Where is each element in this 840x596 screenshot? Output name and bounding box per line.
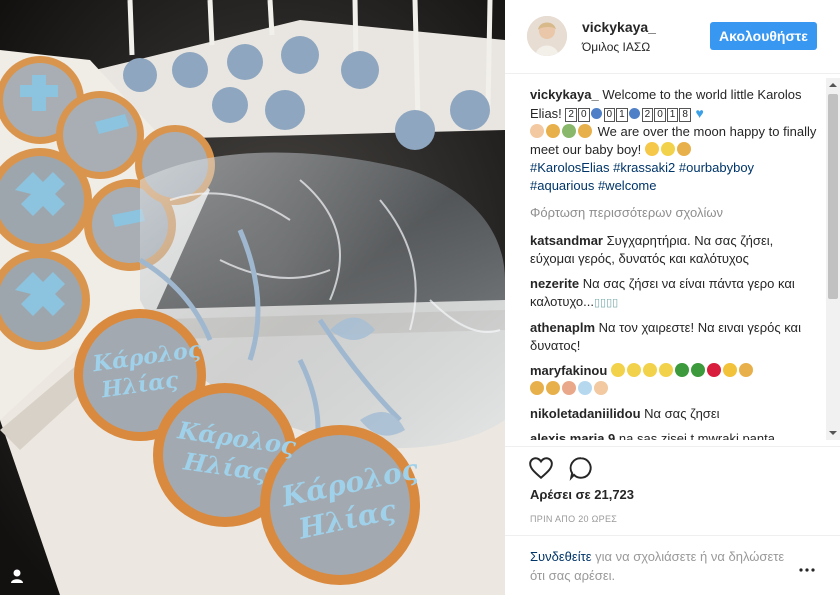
post-header: vickykaya_ Όμιλος ΙΑΣΩ Ακολουθήστε [505, 0, 840, 74]
comment-item: katsandmar Συγχαρητήρια. Να σας ζήσει, ε… [530, 232, 820, 268]
pray-icon [676, 142, 691, 156]
post-side-panel: vickykaya_ Όμιλος ΙΑΣΩ Ακολουθήστε vicky… [505, 0, 840, 595]
comment-item: maryfakinou [530, 362, 820, 398]
likes-count[interactable]: Αρέσει σε 21,723 [530, 487, 634, 502]
comment-username[interactable]: alexis.maria.9 [530, 431, 615, 440]
hashtag[interactable]: #welcome [598, 178, 657, 193]
comment-username[interactable]: nikoletadaniilidou [530, 406, 641, 421]
comment-username[interactable]: katsandmar [530, 233, 603, 248]
comment-item: athenaplm Να τον χαιρεστε! Να ειναι γερό… [530, 319, 820, 355]
caption-date: 20012018 [565, 106, 692, 122]
comment-item: nikoletadaniilidou Να σας ζησει [530, 405, 820, 423]
comment-bubble-icon[interactable] [568, 455, 594, 481]
sparkle-icon [660, 142, 675, 156]
scrollbar-thumb[interactable] [828, 94, 838, 299]
caption-username[interactable]: vickykaya_ [530, 87, 599, 102]
bottle-icon [562, 124, 576, 138]
hashtag[interactable]: #aquarious [530, 178, 594, 193]
star-icon [644, 142, 659, 156]
post-timestamp[interactable]: ΠΡΙΝ ΑΠΟ 20 ΩΡΕΣ [530, 514, 617, 524]
comment-item: nezerite Να σας ζήσει να είναι πάντα γερ… [530, 275, 820, 312]
hashtag[interactable]: #krassaki2 [613, 160, 675, 175]
post-photo[interactable]: Κάρολος Ηλίας Κάρολος Ηλίας Κάρολος Ηλία… [0, 0, 505, 595]
login-prompt: Συνδεθείτε για να σχολιάσετε ή να δηλώσε… [505, 535, 840, 596]
blue-circle-icon [590, 108, 602, 119]
more-options-icon[interactable] [799, 563, 815, 572]
user-tag-icon[interactable] [9, 568, 25, 584]
comment-username[interactable]: nezerite [530, 276, 579, 291]
login-link[interactable]: Συνδεθείτε [530, 549, 592, 564]
load-more-comments[interactable]: Φόρτωση περισσότερων σχολίων [530, 204, 820, 222]
baby-face-icon [530, 124, 544, 138]
comments-list[interactable]: vickykaya_ Welcome to the world little K… [530, 78, 820, 440]
pray-icon [546, 124, 560, 138]
comments-scrollbar[interactable] [826, 78, 840, 440]
post-location[interactable]: Όμιλος ΙΑΣΩ [582, 40, 650, 54]
comment-text: na sas zisei t mwraki panta [618, 431, 775, 440]
photo-illustration: Κάρολος Ηλίας Κάρολος Ηλίας Κάρολος Ηλία… [0, 0, 505, 595]
post-username[interactable]: vickykaya_ [582, 19, 656, 35]
comment-username[interactable]: maryfakinou [530, 363, 607, 378]
post-caption: vickykaya_ Welcome to the world little K… [530, 86, 820, 195]
avatar[interactable] [527, 16, 567, 56]
hashtag[interactable]: #ourbabyboy [679, 160, 754, 175]
baby-bottle-icon: ▯▯▯▯ [594, 297, 619, 309]
comment-text: Να σας ζησει [644, 406, 720, 421]
like-heart-icon[interactable] [528, 455, 554, 481]
hashtag[interactable]: #KarolosElias [530, 160, 610, 175]
pray-icon [578, 124, 592, 138]
scroll-down-arrow-icon[interactable] [826, 426, 840, 440]
follow-button[interactable]: Ακολουθήστε [710, 22, 817, 50]
comment-item: alexis.maria.9 na sas zisei t mwraki pan… [530, 430, 820, 440]
blue-heart-icon: ♥ [695, 105, 704, 121]
scroll-up-arrow-icon[interactable] [826, 78, 840, 92]
comment-username[interactable]: athenaplm [530, 320, 595, 335]
post-actions: Αρέσει σε 21,723 ΠΡΙΝ ΑΠΟ 20 ΩΡΕΣ [505, 446, 840, 547]
blue-circle-icon [628, 108, 640, 119]
login-prompt-text: Συνδεθείτε για να σχολιάσετε ή να δηλώσε… [530, 547, 790, 585]
